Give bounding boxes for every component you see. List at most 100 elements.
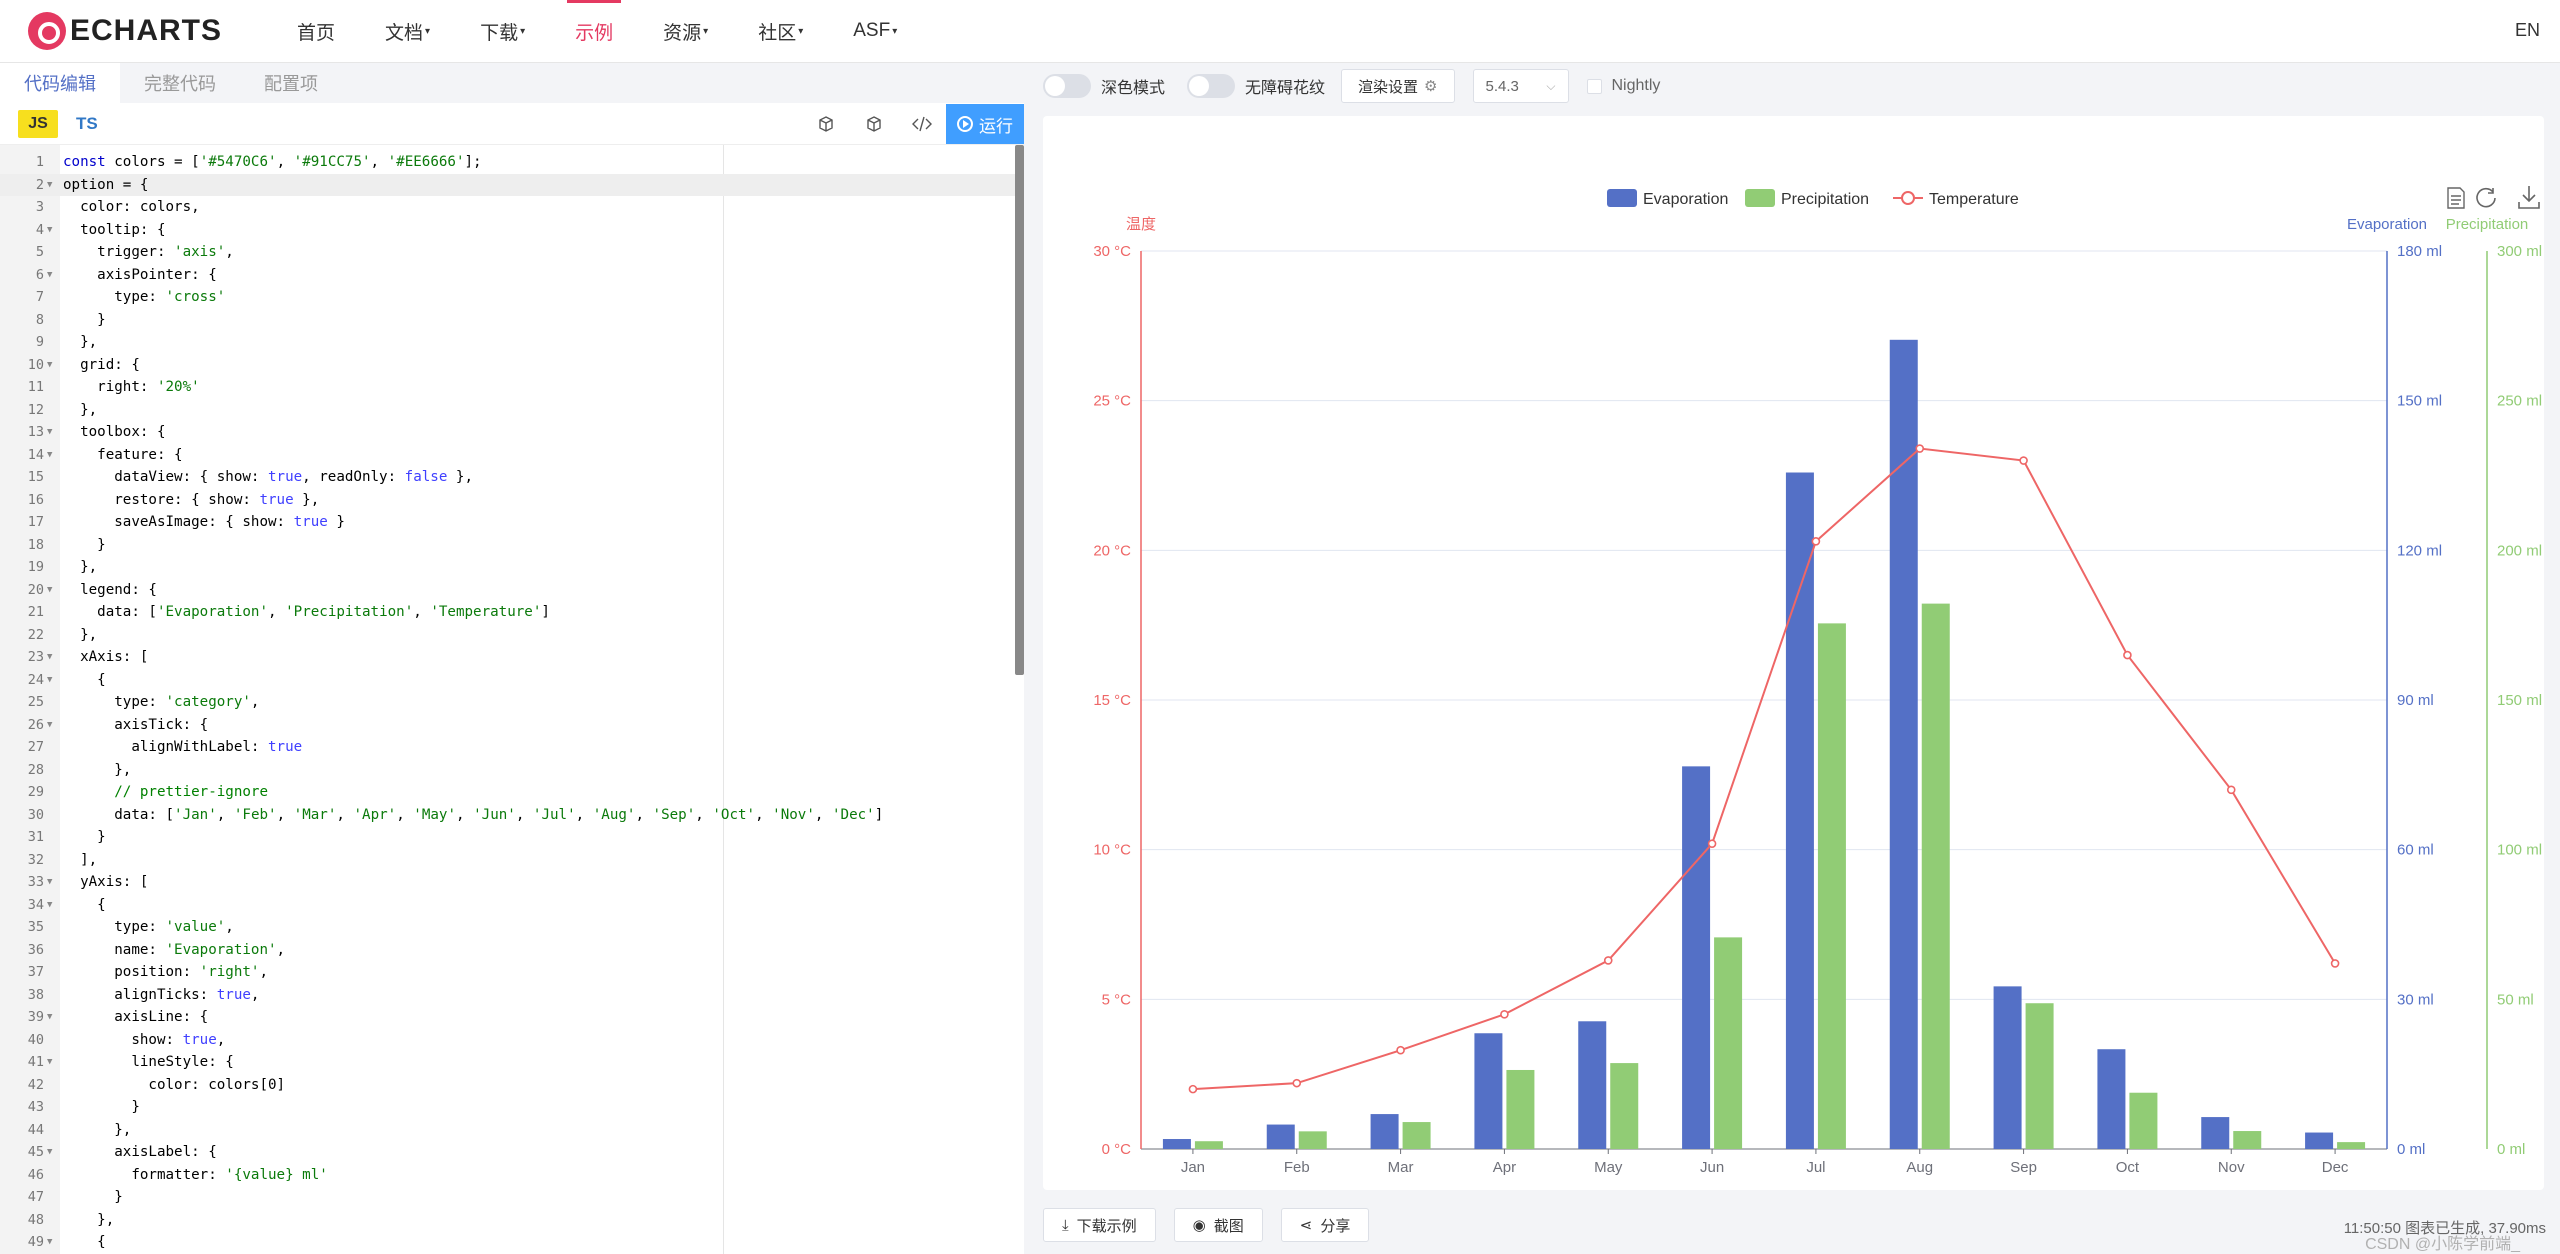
format-icon[interactable] [802, 103, 850, 145]
code-line[interactable]: 21 data: ['Evaporation', 'Precipitation'… [0, 601, 1015, 624]
nav-item-1[interactable]: 文档 ▾ [385, 0, 430, 63]
fold-toggle-icon[interactable]: ▼ [47, 1051, 52, 1074]
line-number: 5 [35, 244, 44, 260]
code-icon[interactable] [898, 103, 946, 145]
code-line[interactable]: 42 color: colors[0] [0, 1074, 1015, 1097]
run-button[interactable]: 运行 [946, 104, 1024, 144]
code-line[interactable]: 34 ▼ { [0, 894, 1015, 917]
code-line[interactable]: 37 position: 'right', [0, 961, 1015, 984]
editor-scrollbar[interactable] [1015, 145, 1024, 675]
code-line[interactable]: 3 color: colors, [0, 196, 1015, 219]
fold-toggle-icon[interactable]: ▼ [47, 894, 52, 917]
code-editor[interactable]: 1 const colors = ['#5470C6', '#91CC75', '… [0, 145, 1024, 1254]
screenshot-button[interactable]: ◉ 截图 [1173, 1208, 1263, 1242]
code-line[interactable]: 27 alignWithLabel: true [0, 736, 1015, 759]
code-line[interactable]: 40 show: true, [0, 1029, 1015, 1052]
language-switch[interactable]: EN [2515, 20, 2540, 41]
code-line[interactable]: 13 ▼ toolbox: { [0, 421, 1015, 444]
code-line[interactable]: 45 ▼ axisLabel: { [0, 1141, 1015, 1164]
chart-canvas[interactable]: 0 °C 0 ml 0 ml 5 °C 30 ml 50 ml 10 °C 60 ml 100 … [1043, 116, 2544, 1190]
code-line[interactable]: 44 }, [0, 1119, 1015, 1142]
code-line[interactable]: 15 dataView: { show: true, readOnly: fal… [0, 466, 1015, 489]
lang-js-button[interactable]: JS [18, 109, 58, 138]
code-line[interactable]: 2 ▼ option = { [0, 173, 1015, 197]
code-line[interactable]: 16 restore: { show: true }, [0, 489, 1015, 512]
editor-tab-0[interactable]: 代码编辑 [0, 63, 120, 103]
chart-container[interactable]: 0 °C 0 ml 0 ml 5 °C 30 ml 50 ml 10 °C 60 ml 100 … [1043, 116, 2544, 1190]
code-line[interactable]: 48 }, [0, 1209, 1015, 1232]
fold-toggle-icon[interactable]: ▼ [47, 1231, 52, 1254]
version-select[interactable]: 5.4.3 ⌵ [1472, 69, 1569, 103]
fold-toggle-icon[interactable]: ▼ [47, 444, 52, 467]
code-line[interactable]: 11 right: '20%' [0, 376, 1015, 399]
code-line[interactable]: 31 } [0, 826, 1015, 849]
code-line[interactable]: 18 } [0, 534, 1015, 557]
fold-toggle-icon[interactable]: ▼ [47, 871, 52, 894]
x-tick-label: Jun [1700, 1159, 1724, 1176]
echarts-logo[interactable]: ECHARTS [28, 12, 222, 50]
fold-toggle-icon[interactable]: ▼ [47, 219, 52, 242]
code-line[interactable]: 5 trigger: 'axis', [0, 241, 1015, 264]
nav-item-2[interactable]: 下载 ▾ [480, 0, 525, 63]
cube-icon[interactable] [850, 103, 898, 145]
code-line[interactable]: 22 }, [0, 624, 1015, 647]
share-button[interactable]: ⋖ 分享 [1280, 1208, 1370, 1242]
code-line[interactable]: 35 type: 'value', [0, 916, 1015, 939]
line-number: 47 [27, 1189, 44, 1205]
code-line[interactable]: 24 ▼ { [0, 669, 1015, 692]
code-line[interactable]: 25 type: 'category', [0, 691, 1015, 714]
code-line[interactable]: 39 ▼ axisLine: { [0, 1006, 1015, 1029]
nav-item-0[interactable]: 首页 [297, 0, 335, 63]
fold-toggle-icon[interactable]: ▼ [47, 174, 52, 197]
code-line[interactable]: 4 ▼ tooltip: { [0, 219, 1015, 242]
code-line[interactable]: 28 }, [0, 759, 1015, 782]
barrier-free-toggle[interactable] [1187, 74, 1236, 98]
download-example-button[interactable]: ⤓ 下载示例 [1043, 1208, 1156, 1242]
code-line[interactable]: 7 type: 'cross' [0, 286, 1015, 309]
nav-item-3[interactable]: 示例 [567, 0, 622, 63]
code-text: show: true, [63, 1031, 226, 1048]
code-line[interactable]: 32 ], [0, 849, 1015, 872]
code-line[interactable]: 8 } [0, 309, 1015, 332]
fold-toggle-icon[interactable]: ▼ [47, 579, 52, 602]
fold-toggle-icon[interactable]: ▼ [47, 354, 52, 377]
code-line[interactable]: 29 // prettier-ignore [0, 781, 1015, 804]
lang-ts-button[interactable]: TS [76, 114, 98, 134]
editor-tab-1[interactable]: 完整代码 [120, 63, 240, 103]
code-line[interactable]: 6 ▼ axisPointer: { [0, 264, 1015, 287]
code-line[interactable]: 33 ▼ yAxis: [ [0, 871, 1015, 894]
code-line[interactable]: 38 alignTicks: true, [0, 984, 1015, 1007]
code-line[interactable]: 20 ▼ legend: { [0, 579, 1015, 602]
editor-tab-2[interactable]: 配置项 [240, 63, 342, 103]
code-line[interactable]: 49 ▼ { [0, 1231, 1015, 1254]
fold-toggle-icon[interactable]: ▼ [47, 714, 52, 737]
nav-item-4[interactable]: 资源 ▾ [663, 0, 708, 63]
code-line[interactable]: 17 saveAsImage: { show: true } [0, 511, 1015, 534]
code-line[interactable]: 23 ▼ xAxis: [ [0, 646, 1015, 669]
fold-toggle-icon[interactable]: ▼ [47, 1141, 52, 1164]
fold-toggle-icon[interactable]: ▼ [47, 1006, 52, 1029]
code-line[interactable]: 26 ▼ axisTick: { [0, 714, 1015, 737]
code-line[interactable]: 43 } [0, 1096, 1015, 1119]
code-line[interactable]: 36 name: 'Evaporation', [0, 939, 1015, 962]
fold-toggle-icon[interactable]: ▼ [47, 421, 52, 444]
code-line[interactable]: 12 }, [0, 399, 1015, 422]
code-line[interactable]: 19 }, [0, 556, 1015, 579]
code-line[interactable]: 9 }, [0, 331, 1015, 354]
fold-toggle-icon[interactable]: ▼ [47, 669, 52, 692]
code-line[interactable]: 14 ▼ feature: { [0, 444, 1015, 467]
code-line[interactable]: 47 } [0, 1186, 1015, 1209]
nav-item-6[interactable]: ASF ▾ [853, 0, 897, 63]
code-line[interactable]: 1 const colors = ['#5470C6', '#91CC75', '… [0, 151, 1015, 174]
nav-item-5[interactable]: 社区 ▾ [758, 0, 803, 63]
render-settings-button[interactable]: 渲染设置 ⚙ [1341, 69, 1455, 103]
code-line[interactable]: 41 ▼ lineStyle: { [0, 1051, 1015, 1074]
fold-toggle-icon[interactable]: ▼ [47, 264, 52, 287]
fold-toggle-icon[interactable]: ▼ [47, 646, 52, 669]
code-line[interactable]: 30 data: ['Jan', 'Feb', 'Mar', 'Apr', 'M… [0, 804, 1015, 827]
code-line[interactable]: 46 formatter: '{value} ml' [0, 1164, 1015, 1187]
dark-mode-toggle[interactable] [1043, 74, 1091, 98]
nightly-checkbox[interactable] [1586, 78, 1602, 94]
camera-icon: ◉ [1192, 1217, 1206, 1234]
code-line[interactable]: 10 ▼ grid: { [0, 354, 1015, 377]
